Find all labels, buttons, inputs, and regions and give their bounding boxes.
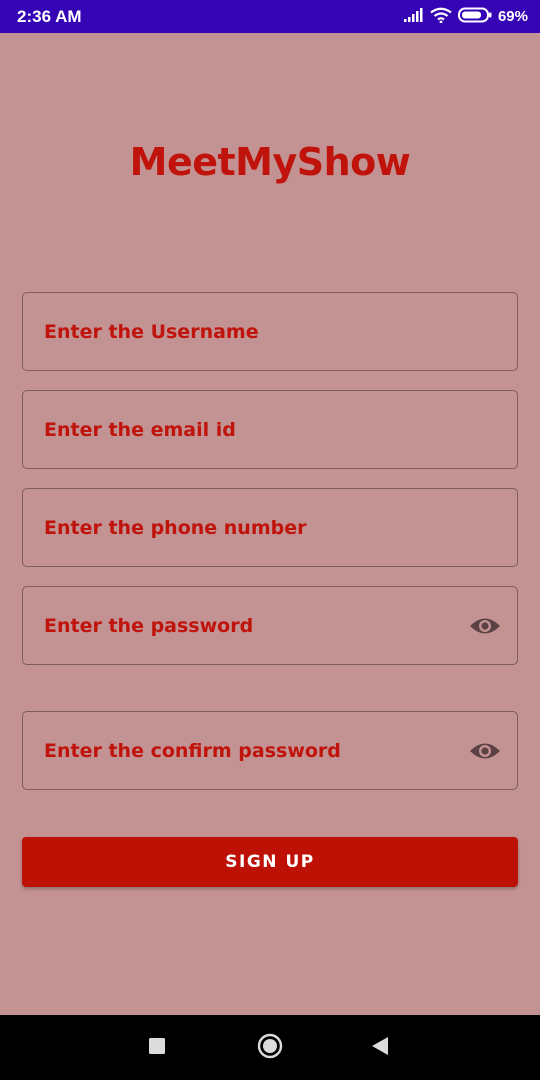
password-placeholder: Enter the password	[44, 614, 254, 637]
app-title: MeetMyShow	[129, 140, 411, 184]
confirm-password-visibility-eye-icon[interactable]	[469, 740, 501, 762]
sign-up-label: SIGN UP	[225, 852, 315, 872]
battery-icon	[457, 7, 492, 27]
username-field[interactable]: Enter the Username	[22, 292, 518, 371]
username-placeholder: Enter the Username	[44, 320, 259, 343]
sign-up-button[interactable]: SIGN UP	[22, 837, 518, 887]
recents-square-icon[interactable]	[149, 1037, 165, 1058]
signal-icon	[403, 7, 424, 26]
battery-percentage: 69%	[497, 8, 528, 25]
status-icons: 69%	[403, 7, 528, 27]
phone-placeholder: Enter the phone number	[44, 516, 307, 539]
home-circle-icon[interactable]	[257, 1033, 283, 1063]
status-bar: 2:36 AM 69%	[0, 0, 540, 33]
status-time: 2:36 AM	[17, 6, 82, 26]
wifi-icon	[430, 7, 452, 27]
navigation-bar	[0, 1015, 540, 1080]
email-placeholder: Enter the email id	[44, 418, 236, 441]
confirm-password-field[interactable]: Enter the confirm password	[22, 711, 518, 790]
back-triangle-icon[interactable]	[371, 1036, 389, 1060]
email-field[interactable]: Enter the email id	[22, 390, 518, 469]
password-visibility-eye-icon[interactable]	[469, 615, 501, 637]
confirm-password-placeholder: Enter the confirm password	[44, 739, 341, 762]
password-field[interactable]: Enter the password	[22, 586, 518, 665]
phone-field[interactable]: Enter the phone number	[22, 488, 518, 567]
